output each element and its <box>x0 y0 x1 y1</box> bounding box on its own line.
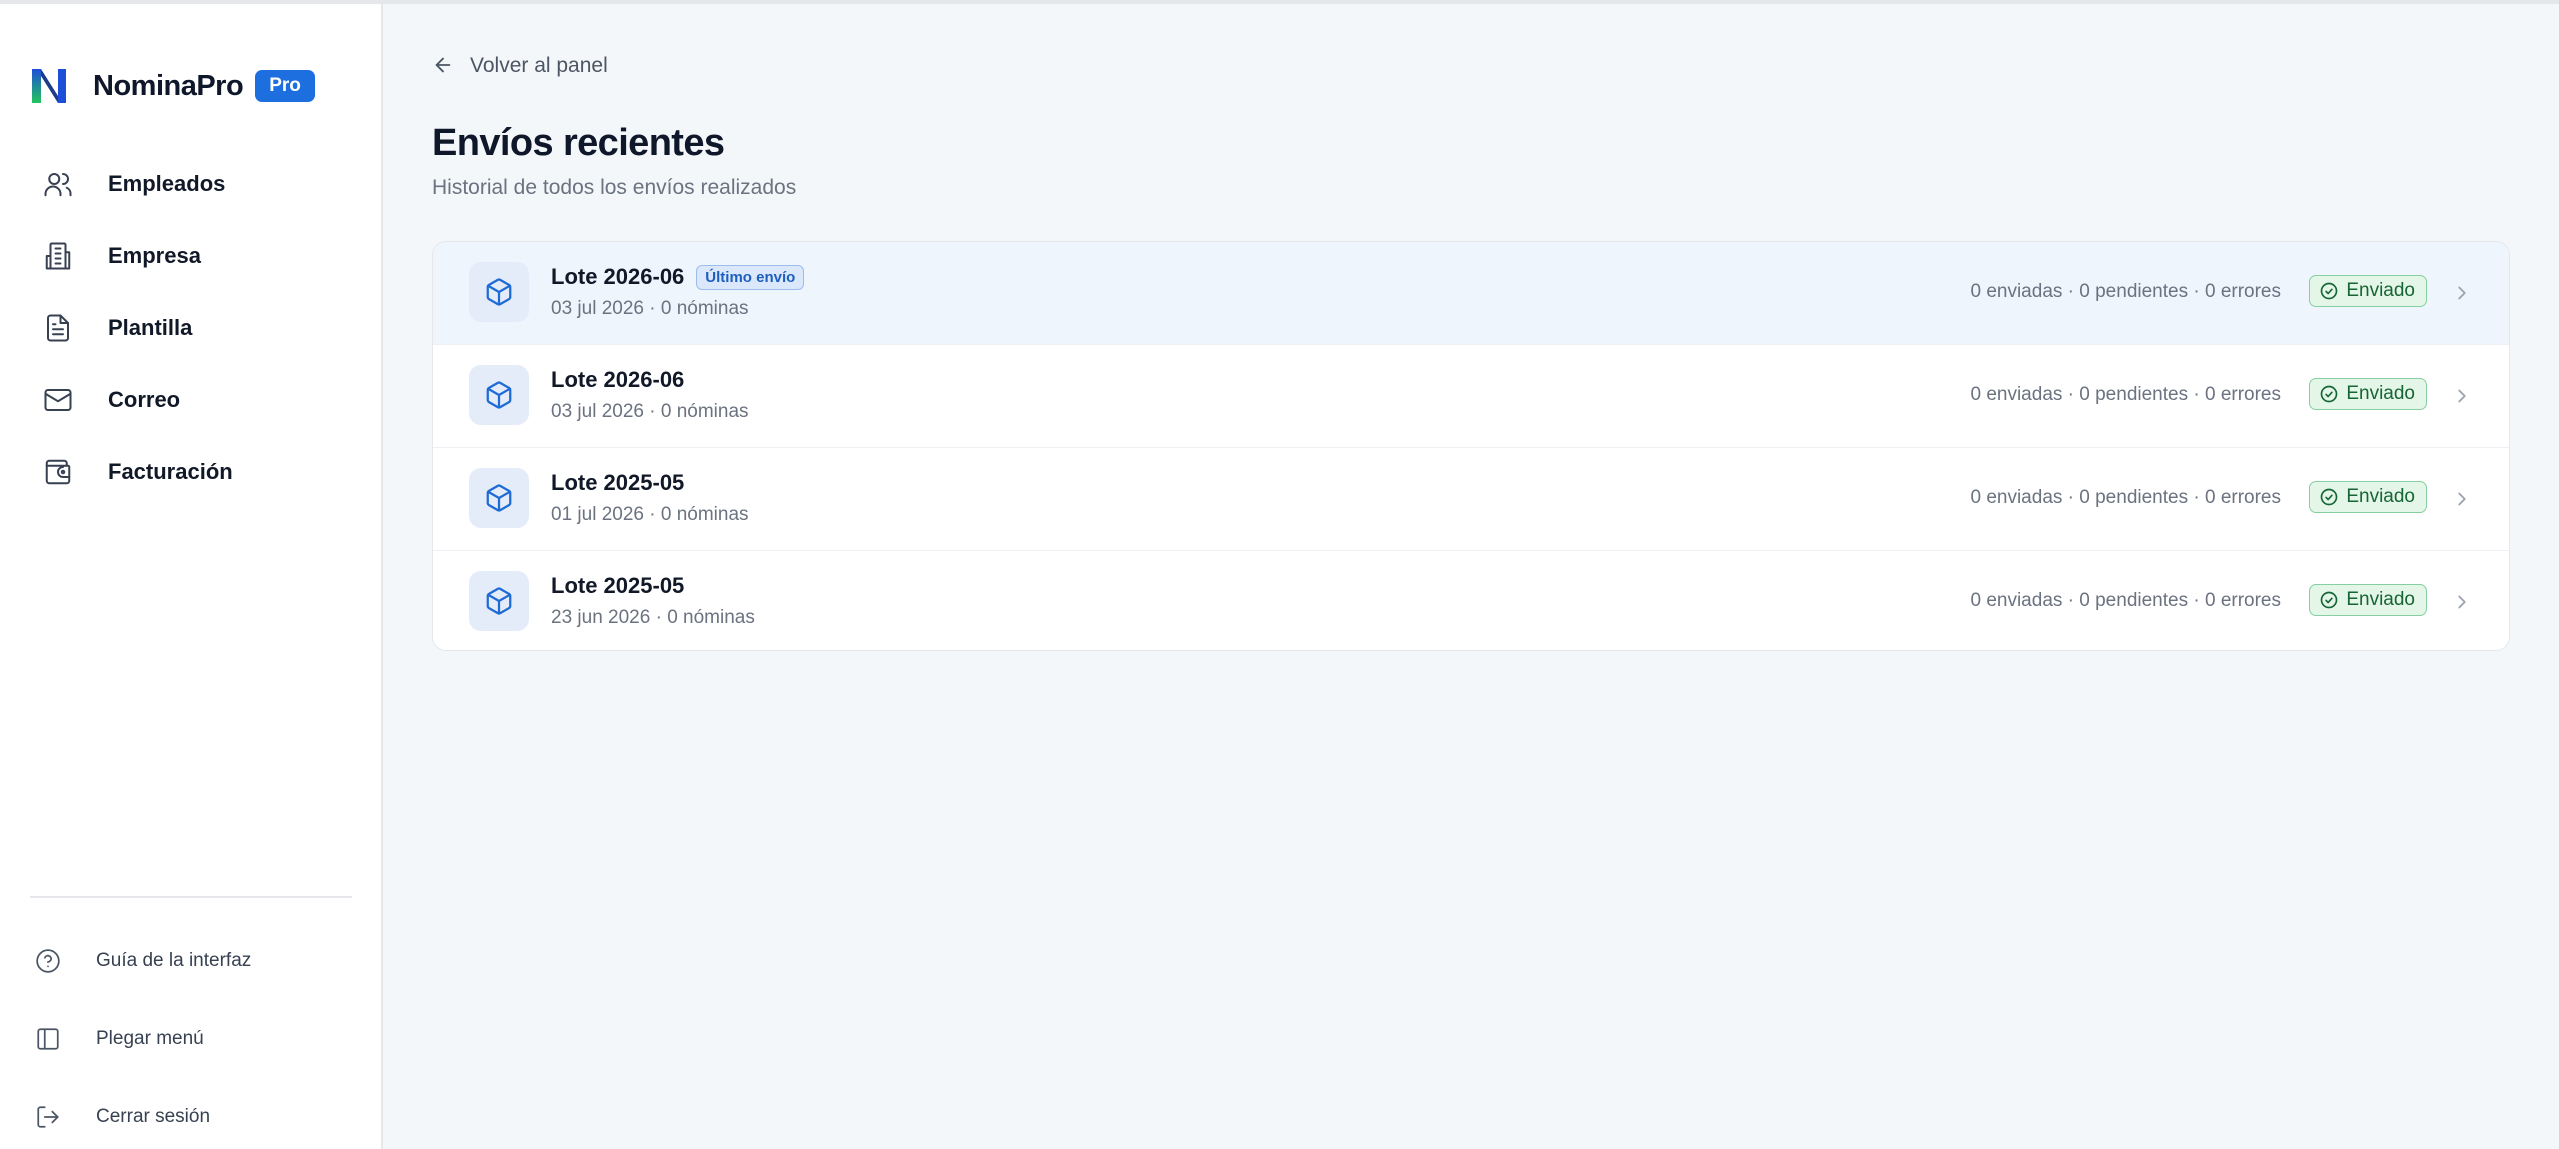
shipment-meta: 03 jul 2026 · 0 nóminas <box>551 298 749 319</box>
nav-item-empleados[interactable]: Empleados <box>40 148 360 220</box>
status-label: Enviado <box>2346 589 2415 610</box>
nav-item-label: Plantilla <box>108 315 193 340</box>
status-label: Enviado <box>2346 486 2415 507</box>
shipment-stats: 0 enviadas · 0 pendientes · 0 errores <box>1970 281 2281 302</box>
pro-badge: Pro <box>255 70 315 102</box>
shipment-stats: 0 enviadas · 0 pendientes · 0 errores <box>1970 487 2281 508</box>
back-to-panel-link[interactable]: Volver al panel <box>432 54 608 78</box>
nav-item-label: Correo <box>108 387 181 412</box>
check-circle-icon <box>2319 384 2339 404</box>
nominapro-logo-icon <box>27 64 71 108</box>
document-icon <box>40 310 76 346</box>
nav-item-label: Facturación <box>108 459 233 484</box>
status-label: Enviado <box>2346 383 2415 404</box>
shipment-name: Lote 2025-05 <box>551 573 685 598</box>
shipment-meta: 03 jul 2026 · 0 nóminas <box>551 401 749 422</box>
package-icon <box>469 468 529 528</box>
shipments-list: Lote 2026-06 Último envío 03 jul 2026 · … <box>432 241 2510 651</box>
shipment-name: Lote 2026-06 <box>551 367 685 392</box>
status-badge: Enviado <box>2309 481 2427 513</box>
chevron-right-icon <box>2451 591 2473 613</box>
bottom-item-label: Guía de la interfaz <box>96 950 252 971</box>
shipment-row[interactable]: Lote 2026-06 Último envío 03 jul 2026 · … <box>433 242 2509 345</box>
brand[interactable]: NominaPro Pro <box>27 60 315 112</box>
mail-icon <box>40 382 76 418</box>
sidebar-footer: Guía de la interfaz Plegar menú Cerrar s… <box>30 922 360 1149</box>
status-label: Enviado <box>2346 280 2415 301</box>
collapse-menu-button[interactable]: Plegar menú <box>30 1000 360 1078</box>
status-badge: Enviado <box>2309 584 2427 616</box>
status-badge: Enviado <box>2309 275 2427 307</box>
shipment-meta: 01 jul 2026 · 0 nóminas <box>551 504 749 525</box>
help-circle-icon <box>30 943 66 979</box>
check-circle-icon <box>2319 487 2339 507</box>
top-border <box>0 0 2559 4</box>
wallet-icon <box>40 454 76 490</box>
page-title: Envíos recientes <box>432 122 725 164</box>
interface-guide-button[interactable]: Guía de la interfaz <box>30 922 360 1000</box>
logout-button[interactable]: Cerrar sesión <box>30 1078 360 1149</box>
brand-name: NominaPro <box>93 69 244 102</box>
package-icon <box>469 262 529 322</box>
shipment-title: Lote 2026-06 <box>551 367 684 393</box>
nav-item-empresa[interactable]: Empresa <box>40 220 360 292</box>
nav-item-correo[interactable]: Correo <box>40 364 360 436</box>
back-label: Volver al panel <box>470 54 608 77</box>
chevron-right-icon <box>2451 282 2473 304</box>
sidebar: NominaPro Pro Empleados Empresa Plantill… <box>0 4 383 1149</box>
check-circle-icon <box>2319 590 2339 610</box>
arrow-left-icon <box>432 54 456 78</box>
sidebar-collapse-icon <box>30 1021 66 1057</box>
shipment-stats: 0 enviadas · 0 pendientes · 0 errores <box>1970 590 2281 611</box>
package-icon <box>469 571 529 631</box>
users-icon <box>40 166 76 202</box>
main-nav: Empleados Empresa Plantilla Correo Factu… <box>40 148 360 508</box>
shipment-title: Lote 2025-05 <box>551 470 684 496</box>
bottom-item-label: Plegar menú <box>96 1028 204 1049</box>
shipment-title: Lote 2025-05 <box>551 573 684 599</box>
building-icon <box>40 238 76 274</box>
page-subtitle: Historial de todos los envíos realizados <box>432 176 797 199</box>
shipment-meta: 23 jun 2026 · 0 nóminas <box>551 607 755 628</box>
nav-item-label: Empresa <box>108 243 201 268</box>
nav-item-facturacion[interactable]: Facturación <box>40 436 360 508</box>
chevron-right-icon <box>2451 488 2473 510</box>
shipment-stats: 0 enviadas · 0 pendientes · 0 errores <box>1970 384 2281 405</box>
logout-icon <box>30 1099 66 1135</box>
chevron-right-icon <box>2451 385 2473 407</box>
shipment-row[interactable]: Lote 2025-05 23 jun 2026 · 0 nóminas 0 e… <box>433 551 2509 650</box>
shipment-row[interactable]: Lote 2026-06 03 jul 2026 · 0 nóminas 0 e… <box>433 345 2509 448</box>
status-badge: Enviado <box>2309 378 2427 410</box>
sidebar-divider <box>30 896 352 898</box>
shipment-title: Lote 2026-06 Último envío <box>551 264 805 290</box>
package-icon <box>469 365 529 425</box>
shipment-name: Lote 2025-05 <box>551 470 685 495</box>
shipment-name: Lote 2026-06 <box>551 264 685 289</box>
bottom-item-label: Cerrar sesión <box>96 1106 211 1127</box>
nav-item-plantilla[interactable]: Plantilla <box>40 292 360 364</box>
shipment-row[interactable]: Lote 2025-05 01 jul 2026 · 0 nóminas 0 e… <box>433 448 2509 551</box>
latest-shipment-badge: Último envío <box>696 264 805 290</box>
nav-item-label: Empleados <box>108 171 226 196</box>
check-circle-icon <box>2319 281 2339 301</box>
